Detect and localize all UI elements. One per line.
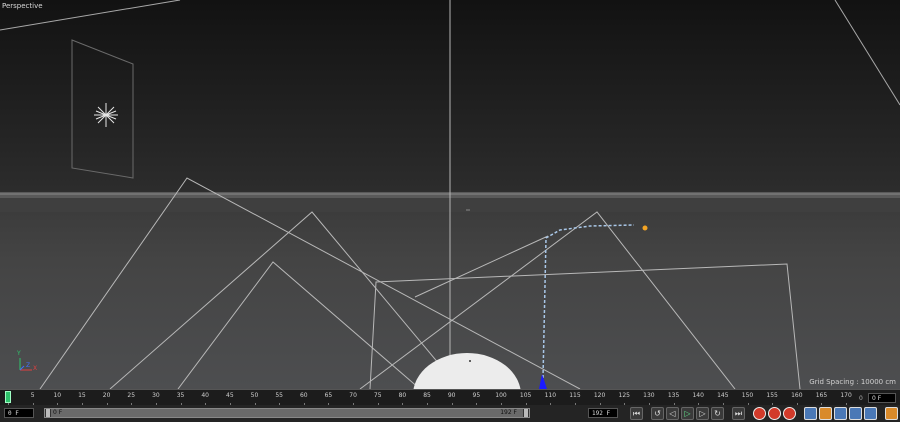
timeline-tick-label: 150 <box>741 392 754 399</box>
timeline-tick-label: 65 <box>324 392 333 399</box>
timeline-tick-label: 85 <box>423 392 431 399</box>
timeline-tick-label: 35 <box>176 392 185 399</box>
next-key-button[interactable]: ↻ <box>711 407 724 420</box>
timeline-tick-label: 60 <box>299 392 308 399</box>
param-icon[interactable] <box>849 407 862 420</box>
timeline-tick-label: 75 <box>373 392 382 399</box>
timeline-ticks[interactable]: 0 5 10 15 20 25 30 35 40 45 50 55 60 65 70 75 80 85 90 95 10… <box>0 390 890 406</box>
min-frame-field[interactable]: 0 F <box>4 408 34 418</box>
timeline-tick-label: 15 <box>78 392 86 399</box>
light-icon <box>94 103 118 127</box>
timeline-tick-label: 115 <box>569 392 581 399</box>
frame-range-slider[interactable]: 0 F 192 F <box>44 408 530 418</box>
range-start-label: 0 F <box>53 409 63 416</box>
3d-viewport[interactable]: Perspective Y Z X Grid Spacing : 10000 c… <box>0 0 900 389</box>
play-button[interactable]: ▷ <box>681 407 694 420</box>
rotate-icon[interactable] <box>834 407 847 420</box>
go-to-start-button[interactable]: ⏮ <box>630 407 643 420</box>
timeline-tick-label: 40 <box>201 392 210 399</box>
timeline-tick-label: 30 <box>152 392 160 399</box>
timeline-tick-label: 140 <box>692 392 704 399</box>
timeline-tick-label: 45 <box>226 392 234 399</box>
timeline-tick-label: 170 <box>840 392 852 399</box>
record-icon[interactable] <box>753 407 766 420</box>
previous-frame-button[interactable]: ◁ <box>666 407 679 420</box>
axis-z-label: Z <box>26 362 31 369</box>
timeline-tick-label: 25 <box>127 392 136 399</box>
timeline-tick-label: 155 <box>766 392 778 399</box>
timeline-tick-label: 50 <box>250 392 259 399</box>
timeline-tick-label: 55 <box>275 392 283 399</box>
timeline-tick-label: 80 <box>398 392 407 399</box>
viewport-label[interactable]: Perspective <box>2 2 43 10</box>
go-to-end-button[interactable]: ⏭ <box>732 407 745 420</box>
timeline-tick-label: 135 <box>667 392 680 399</box>
timeline-tick-label: 105 <box>519 392 532 399</box>
current-frame-field[interactable]: 0 0 F <box>859 393 896 403</box>
camera-edge-line <box>834 0 900 106</box>
next-frame-button[interactable]: ▷ <box>696 407 709 420</box>
max-frame-field[interactable]: 192 F <box>588 408 618 418</box>
timeline-tick-label: 165 <box>815 392 828 399</box>
timeline-tick-label: 90 <box>447 392 456 399</box>
range-start-handle[interactable] <box>45 409 51 417</box>
grid-spacing-readout: Grid Spacing : 10000 cm <box>809 378 896 386</box>
timeline-tick-label: 145 <box>717 392 729 399</box>
range-end-label: 192 F <box>500 409 517 416</box>
timeline-tick-label: 70 <box>349 392 357 399</box>
timeline-tick-label: 10 <box>53 392 62 399</box>
timeline-tick-label: 130 <box>643 392 655 399</box>
move-icon[interactable] <box>804 407 817 420</box>
timeline-tick-label: 110 <box>544 392 557 399</box>
timeline-playhead[interactable] <box>5 391 11 403</box>
keyframe-help-icon[interactable] <box>783 407 796 420</box>
previous-key-button[interactable]: ↺ <box>651 407 664 420</box>
timeline-tick-label: 120 <box>593 392 606 399</box>
current-frame-label: 0 <box>859 395 863 402</box>
timeline-tick-label: 20 <box>102 392 111 399</box>
scale-icon[interactable] <box>819 407 832 420</box>
timeline-tick-label: 160 <box>791 392 803 399</box>
timeline-tick-label: 100 <box>495 392 507 399</box>
camera-path <box>542 224 635 379</box>
range-end-handle[interactable] <box>523 409 529 417</box>
layout-icon[interactable] <box>885 407 898 420</box>
autokey-icon[interactable] <box>768 407 781 420</box>
timeline-tick-label: 125 <box>618 392 630 399</box>
transport-bar: 0 F 0 F 192 F 192 F ⏮ ↺ ◁ ▷ ▷ ↻ ⏭ <box>0 405 900 422</box>
axis-y-label: Y <box>17 350 21 357</box>
light-target-point <box>642 225 648 231</box>
light-card <box>71 39 134 179</box>
timeline-tick-label: 5 <box>30 392 35 399</box>
axis-x-label: X <box>33 365 38 372</box>
sphere-object <box>413 353 521 389</box>
viewport-scene <box>0 0 900 389</box>
timeline-ruler[interactable]: 0 5 10 15 20 25 30 35 40 45 50 55 60 65 70 75 80 85 90 95 10… <box>0 389 900 406</box>
current-frame-value: 0 F <box>872 395 882 402</box>
pla-icon[interactable] <box>864 407 877 420</box>
timeline-tick-label: 95 <box>472 392 481 399</box>
